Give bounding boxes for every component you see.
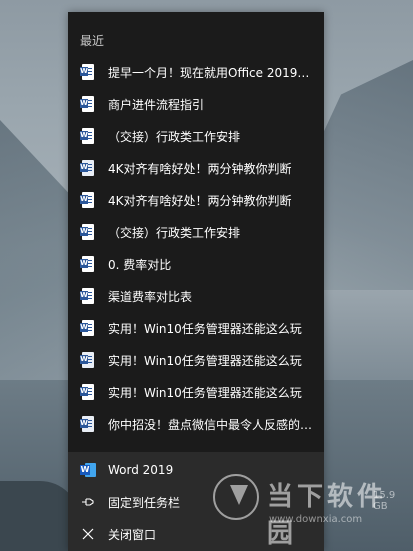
recent-item-label: （交接）行政类工作安排 <box>108 129 241 144</box>
word-document-icon: W <box>80 384 94 400</box>
recent-item[interactable]: W 4K对齐有啥好处！两分钟教你判断 <box>68 184 324 216</box>
recent-item[interactable]: W 实用！Win10任务管理器还能这么玩 <box>68 312 324 344</box>
recent-section-header: 最近 <box>80 34 105 48</box>
recent-item-label: 实用！Win10任务管理器还能这么玩 <box>108 385 302 400</box>
word-document-icon: W <box>80 224 94 240</box>
recent-item-label: 4K对齐有啥好处！两分钟教你判断 <box>108 193 292 208</box>
word-document-icon: W <box>80 352 94 368</box>
recent-item[interactable]: W 实用！Win10任务管理器还能这么玩 <box>68 376 324 408</box>
word-document-icon: W <box>80 64 94 80</box>
pin-to-taskbar-label: 固定到任务栏 <box>108 495 181 510</box>
watermark: 当下软件园 15.9 GB www.downxia.com <box>213 472 413 549</box>
recent-item-label: 渠道费率对比表 <box>108 289 193 304</box>
pin-icon <box>82 498 94 506</box>
app-name-label: Word 2019 <box>108 463 174 477</box>
watermark-title: 当下软件园 <box>267 482 388 549</box>
word-document-icon: W <box>80 416 94 432</box>
recent-item[interactable]: W （交接）行政类工作安排 <box>68 120 324 152</box>
word-document-icon: W <box>80 96 94 112</box>
recent-item-label: 提早一个月！现在就用Office 2019新... <box>108 65 316 80</box>
close-icon <box>82 528 94 540</box>
word-document-icon: W <box>80 320 94 336</box>
watermark-logo-icon <box>213 474 259 520</box>
recent-item-label: 0. 费率对比 <box>108 257 172 272</box>
watermark-size-text: 15.9 GB <box>373 490 396 512</box>
recent-item[interactable]: W 0. 费率对比 <box>68 248 324 280</box>
word-document-icon: W <box>80 256 94 272</box>
word-document-icon: W <box>80 160 94 176</box>
recent-item-label: 商户进件流程指引 <box>108 97 205 112</box>
word-app-icon: W <box>80 462 96 478</box>
recent-item[interactable]: W 提早一个月！现在就用Office 2019新... <box>68 56 324 88</box>
recent-item-label: 4K对齐有啥好处！两分钟教你判断 <box>108 161 292 176</box>
word-document-icon: W <box>80 192 94 208</box>
recent-item-label: 你中招没！盘点微信中最令人反感的几... <box>108 417 316 432</box>
recent-item-label: （交接）行政类工作安排 <box>108 225 241 240</box>
recent-item[interactable]: W 4K对齐有啥好处！两分钟教你判断 <box>68 152 324 184</box>
close-window-label: 关闭窗口 <box>108 527 157 542</box>
recent-item[interactable]: W 渠道费率对比表 <box>68 280 324 312</box>
recent-item-label: 实用！Win10任务管理器还能这么玩 <box>108 321 302 336</box>
taskbar-jump-list: 最近 W 提早一个月！现在就用Office 2019新... W 商户进件流程指… <box>68 12 324 551</box>
word-document-icon: W <box>80 128 94 144</box>
recent-item[interactable]: W 实用！Win10任务管理器还能这么玩 <box>68 344 324 376</box>
recent-item[interactable]: W 商户进件流程指引 <box>68 88 324 120</box>
recent-item[interactable]: W （交接）行政类工作安排 <box>68 216 324 248</box>
recent-documents-list: W 提早一个月！现在就用Office 2019新... W 商户进件流程指引 W… <box>68 56 324 440</box>
watermark-url: www.downxia.com <box>269 514 363 525</box>
recent-item-label: 实用！Win10任务管理器还能这么玩 <box>108 353 302 368</box>
word-document-icon: W <box>80 288 94 304</box>
recent-item[interactable]: W 你中招没！盘点微信中最令人反感的几... <box>68 408 324 440</box>
